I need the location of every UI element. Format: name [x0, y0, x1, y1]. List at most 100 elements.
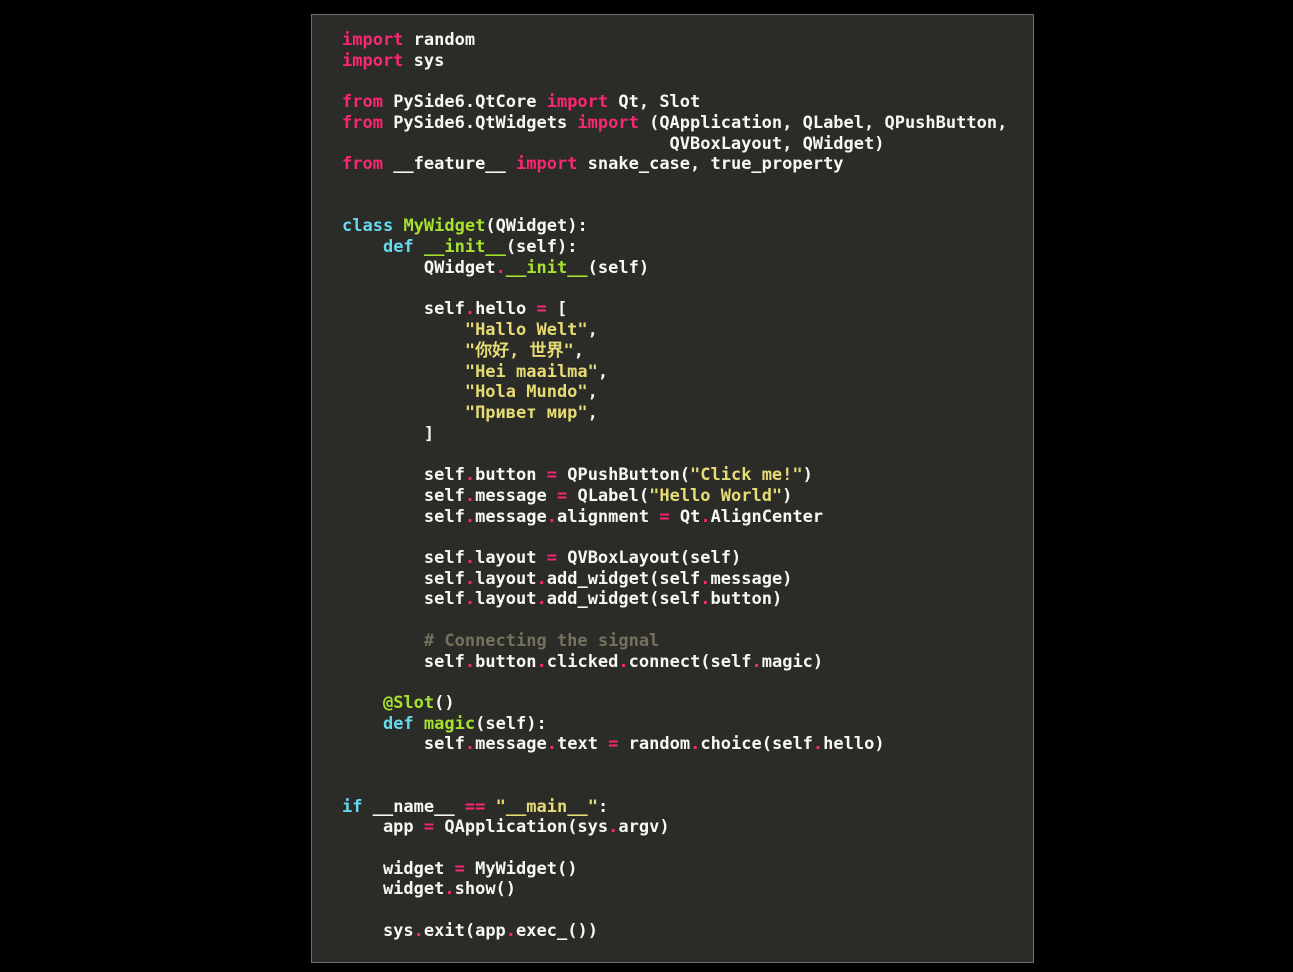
code-token: , — [587, 402, 598, 423]
code-line: self.button = QPushButton("Click me!") — [342, 465, 1007, 486]
code-token: "Привет мир" — [464, 402, 588, 423]
code-token: . — [536, 651, 547, 672]
code-token: self — [342, 589, 465, 610]
code-token: layout — [475, 568, 537, 589]
code-token: self — [342, 299, 465, 320]
code-line: self.layout = QVBoxLayout(self) — [342, 548, 1007, 569]
code-listing: import random import sys from PySide6.Qt… — [342, 30, 1007, 942]
code-token: QVBoxLayout(self) — [556, 547, 742, 568]
code-line: from PySide6.QtWidgets import (QApplicat… — [342, 113, 1007, 134]
code-token: (self): — [475, 713, 547, 734]
code-line: @Slot() — [342, 693, 1007, 714]
code-token: magic — [423, 713, 476, 734]
code-token: "__main__" — [495, 796, 598, 817]
code-token: sys — [342, 920, 414, 941]
code-token: == — [464, 796, 486, 817]
code-token: . — [464, 734, 476, 755]
code-token: Qt — [669, 506, 701, 527]
code-token: . — [546, 506, 557, 527]
code-token: self — [342, 734, 465, 755]
code-token: random — [618, 734, 691, 755]
code-token: import — [546, 92, 609, 113]
code-line: "Hola Mundo", — [342, 382, 1007, 403]
code-token: layout — [475, 589, 537, 610]
code-token: PySide6.QtWidgets — [382, 112, 578, 133]
code-token: "你好, 世界" — [464, 340, 574, 361]
code-token: : — [597, 796, 609, 817]
code-token: hello — [475, 299, 537, 320]
code-line: self.layout.add_widget(self.message) — [342, 569, 1007, 590]
code-token: . — [690, 734, 701, 755]
code-token: message — [475, 485, 557, 506]
code-token: widget — [342, 879, 445, 900]
code-token: "Hola Mundo" — [464, 382, 588, 403]
code-token: random — [403, 30, 476, 50]
code-panel: import random import sys from PySide6.Qt… — [311, 14, 1034, 963]
code-token: self — [342, 465, 465, 486]
code-token: app — [342, 817, 424, 838]
code-token: . — [618, 651, 629, 672]
code-token: alignment — [556, 506, 660, 527]
code-token: . — [608, 817, 619, 838]
code-token: import — [342, 50, 404, 71]
code-token: = — [454, 858, 465, 879]
code-token: button) — [710, 589, 783, 610]
code-token: . — [444, 879, 455, 900]
code-token: MyWidget — [403, 216, 486, 237]
code-line: # Connecting the signal — [342, 631, 1007, 652]
code-token: from — [342, 92, 383, 113]
code-token: "Hei maailma" — [464, 361, 598, 382]
code-token: clicked — [546, 651, 619, 672]
code-token: PySide6.QtCore — [382, 92, 547, 113]
code-token: = — [608, 734, 619, 755]
code-token: widget — [342, 858, 455, 879]
code-token: [ — [546, 299, 568, 320]
code-token: class — [342, 216, 394, 237]
code-token: QApplication(sys — [434, 817, 609, 838]
code-token: = — [546, 547, 557, 568]
code-line: self.button.clicked.connect(self.magic) — [342, 652, 1007, 673]
code-token: . — [495, 257, 506, 278]
code-token: __name__ — [362, 796, 465, 817]
code-token: , — [573, 340, 585, 361]
code-token: = — [423, 817, 435, 838]
code-token: # Connecting the signal — [423, 630, 660, 651]
code-token: . — [536, 568, 547, 589]
code-token: import — [342, 30, 404, 50]
code-token: text — [556, 734, 609, 755]
code-token: . — [464, 506, 476, 527]
code-token: layout — [475, 547, 547, 568]
code-token: sys — [403, 50, 445, 71]
code-token: button — [475, 651, 537, 672]
code-token: . — [700, 568, 711, 589]
code-token: message — [475, 734, 547, 755]
code-token: Qt, Slot — [608, 92, 701, 113]
code-token: , — [587, 320, 598, 341]
code-token: (self): — [505, 237, 578, 258]
code-line: self.hello = [ — [342, 299, 1007, 320]
code-token: . — [464, 485, 476, 506]
code-token: choice(self — [700, 734, 813, 755]
code-line: import sys — [342, 51, 1007, 72]
code-line: def magic(self): — [342, 714, 1007, 735]
code-token: . — [464, 589, 476, 610]
code-token: , — [587, 382, 598, 403]
code-token: . — [700, 589, 711, 610]
code-line: self.message = QLabel("Hello World") — [342, 486, 1007, 507]
code-line: widget.show() — [342, 879, 1007, 900]
code-token: message) — [710, 568, 793, 589]
